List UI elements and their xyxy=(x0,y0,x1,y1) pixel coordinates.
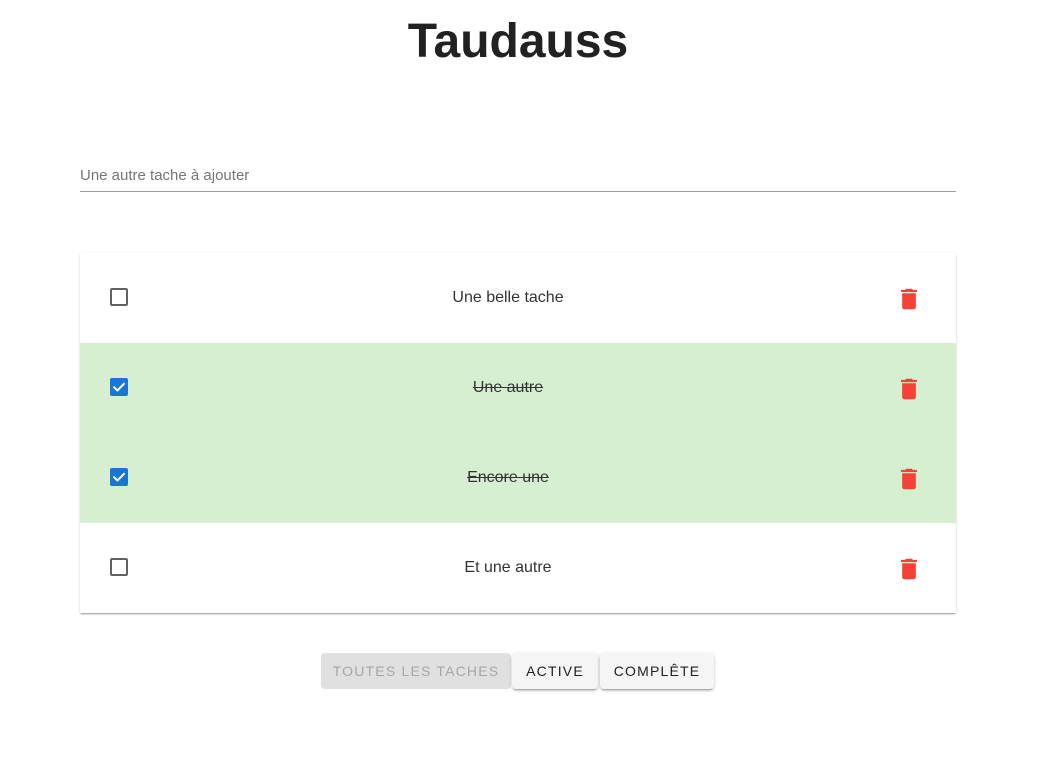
task-label: Encore une xyxy=(467,469,549,486)
filter-all-button[interactable]: Toutes les taches xyxy=(321,653,511,689)
delete-task-button[interactable] xyxy=(896,376,922,402)
new-task-input[interactable] xyxy=(80,160,956,190)
filter-active-button[interactable]: Active xyxy=(512,653,598,689)
delete-task-button[interactable] xyxy=(896,556,922,582)
task-label: Une belle tache xyxy=(452,289,564,306)
task-row: Une belle tache xyxy=(80,253,956,343)
filter-completed-button[interactable]: Complête xyxy=(600,653,714,689)
delete-task-button[interactable] xyxy=(896,466,922,492)
task-row: Encore une xyxy=(80,433,956,523)
delete-task-button[interactable] xyxy=(896,286,922,312)
task-row: Et une autre xyxy=(80,523,956,613)
task-label: Une autre xyxy=(472,379,544,396)
trash-icon xyxy=(901,288,917,310)
task-label: Et une autre xyxy=(464,559,552,576)
task-list: Une belle tache Une autre Encore une Et … xyxy=(80,253,956,613)
trash-icon xyxy=(901,468,917,490)
app-title: Taudauss xyxy=(407,15,629,68)
new-task-field xyxy=(80,160,956,192)
task-row: Une autre xyxy=(80,343,956,433)
trash-icon xyxy=(901,378,917,400)
trash-icon xyxy=(901,558,917,580)
